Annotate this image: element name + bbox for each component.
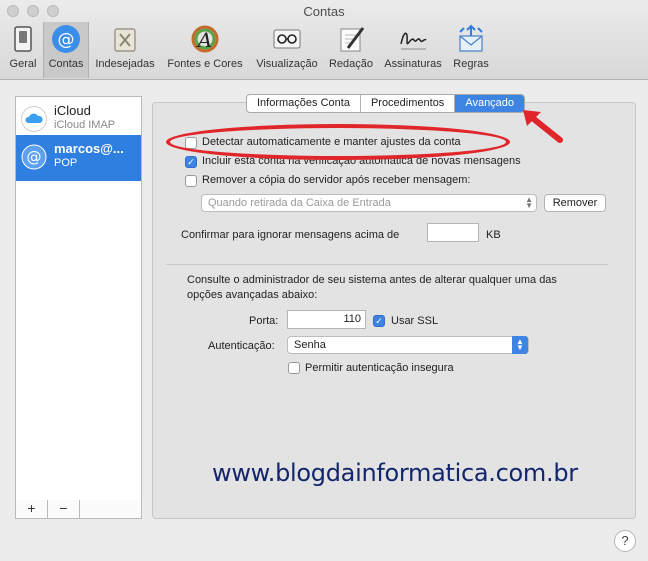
help-button[interactable]: ? [614, 530, 636, 552]
red-arrow-icon [523, 110, 563, 143]
svg-text:@: @ [58, 30, 75, 50]
remove-when-select[interactable]: Quando retirada da Caixa de Entrada ▲ ▼ [201, 194, 537, 212]
divider [166, 264, 608, 265]
toolbar-visualizacao[interactable]: Visualização [252, 22, 322, 78]
ignore-size-label: Confirmar para ignorar mensagens acima d… [181, 229, 400, 241]
signature-icon [400, 32, 427, 50]
ignore-size-input[interactable] [427, 223, 479, 242]
rules-envelope-icon [459, 24, 483, 52]
toolbar-label: Visualização [256, 58, 318, 70]
toolbar-regras[interactable]: Regras [449, 22, 493, 78]
updown-chevron-icon: ▲ ▼ [525, 195, 533, 210]
tab-avancado[interactable]: Avançado [455, 95, 525, 112]
updown-chevron-icon: ▲ ▼ [512, 336, 528, 354]
toolbar-label: Contas [48, 58, 84, 70]
svg-text:A: A [196, 28, 212, 52]
remove-account-button[interactable]: − [48, 500, 80, 518]
admin-note-line1: Consulte o administrador de seu sistema … [187, 274, 557, 286]
toolbar-label: Assinaturas [384, 58, 442, 70]
accounts-list-footer: + − [15, 500, 142, 519]
add-account-button[interactable]: + [16, 500, 48, 518]
glasses-icon [273, 29, 301, 49]
toolbar-label: Geral [9, 58, 37, 70]
settings-tabs: Informações Conta Procedimentos Avançado [246, 94, 526, 113]
toolbar-label: Regras [453, 58, 489, 70]
include-check-checkbox[interactable]: ✓ [185, 156, 197, 168]
toolbar-label: Redação [328, 58, 374, 70]
account-name: iCloud [54, 103, 91, 118]
tab-procedimentos[interactable]: Procedimentos [361, 95, 456, 112]
remove-copy-label: Remover a cópia do servidor após receber… [202, 174, 471, 186]
account-type: POP [54, 157, 78, 169]
remove-copy-checkbox[interactable] [185, 175, 197, 187]
svg-text:@: @ [27, 148, 42, 166]
accounts-list: iCloud iCloud IMAP @ marcos@... POP [15, 96, 142, 501]
toolbar-indesejadas[interactable]: Indesejadas [92, 22, 158, 78]
remove-when-value: Quando retirada da Caixa de Entrada [208, 197, 391, 209]
ignore-size-unit: KB [486, 229, 501, 241]
toolbar-assinaturas[interactable]: Assinaturas [380, 22, 446, 78]
at-sign-icon: @ [21, 144, 47, 170]
port-input[interactable]: 110 [287, 310, 366, 329]
toolbar-geral[interactable]: Geral [3, 22, 43, 78]
remover-button[interactable]: Remover [544, 194, 606, 212]
junk-trash-icon [114, 28, 136, 52]
admin-note-line2: opções avançadas abaixo: [187, 289, 318, 301]
auth-value: Senha [294, 339, 326, 351]
account-type: iCloud IMAP [54, 119, 116, 131]
window-toolbar: Contas Geral @ Contas Indesejadas A Font… [0, 0, 648, 80]
toolbar-label: Fontes e Cores [167, 58, 243, 70]
toolbar-redacao[interactable]: Redação [325, 22, 377, 78]
pencil-paper-icon [340, 27, 365, 52]
account-item-marcos[interactable]: @ marcos@... POP [16, 135, 141, 181]
toolbar-contas[interactable]: @ Contas [43, 22, 89, 78]
window-title: Contas [303, 4, 345, 19]
auth-label: Autenticação: [208, 340, 275, 352]
account-name: marcos@... [54, 141, 124, 156]
insecure-auth-checkbox[interactable] [288, 362, 300, 374]
fonts-colors-icon: A [191, 25, 219, 53]
insecure-auth-label: Permitir autenticação insegura [305, 362, 454, 374]
port-label: Porta: [249, 315, 279, 327]
tab-informacoes-conta[interactable]: Informações Conta [247, 95, 361, 112]
watermark-text: www.blogdainformatica.com.br [212, 459, 578, 487]
use-ssl-checkbox[interactable]: ✓ [373, 315, 385, 327]
at-sign-icon: @ [52, 25, 80, 53]
auth-select[interactable]: Senha ▲ ▼ [287, 336, 529, 354]
icloud-icon [21, 106, 47, 132]
switch-icon [14, 26, 32, 52]
highlight-oval [166, 124, 510, 160]
toolbar-label: Indesejadas [95, 58, 155, 70]
toolbar-fontes-cores[interactable]: A Fontes e Cores [163, 22, 247, 78]
use-ssl-label: Usar SSL [391, 315, 439, 327]
